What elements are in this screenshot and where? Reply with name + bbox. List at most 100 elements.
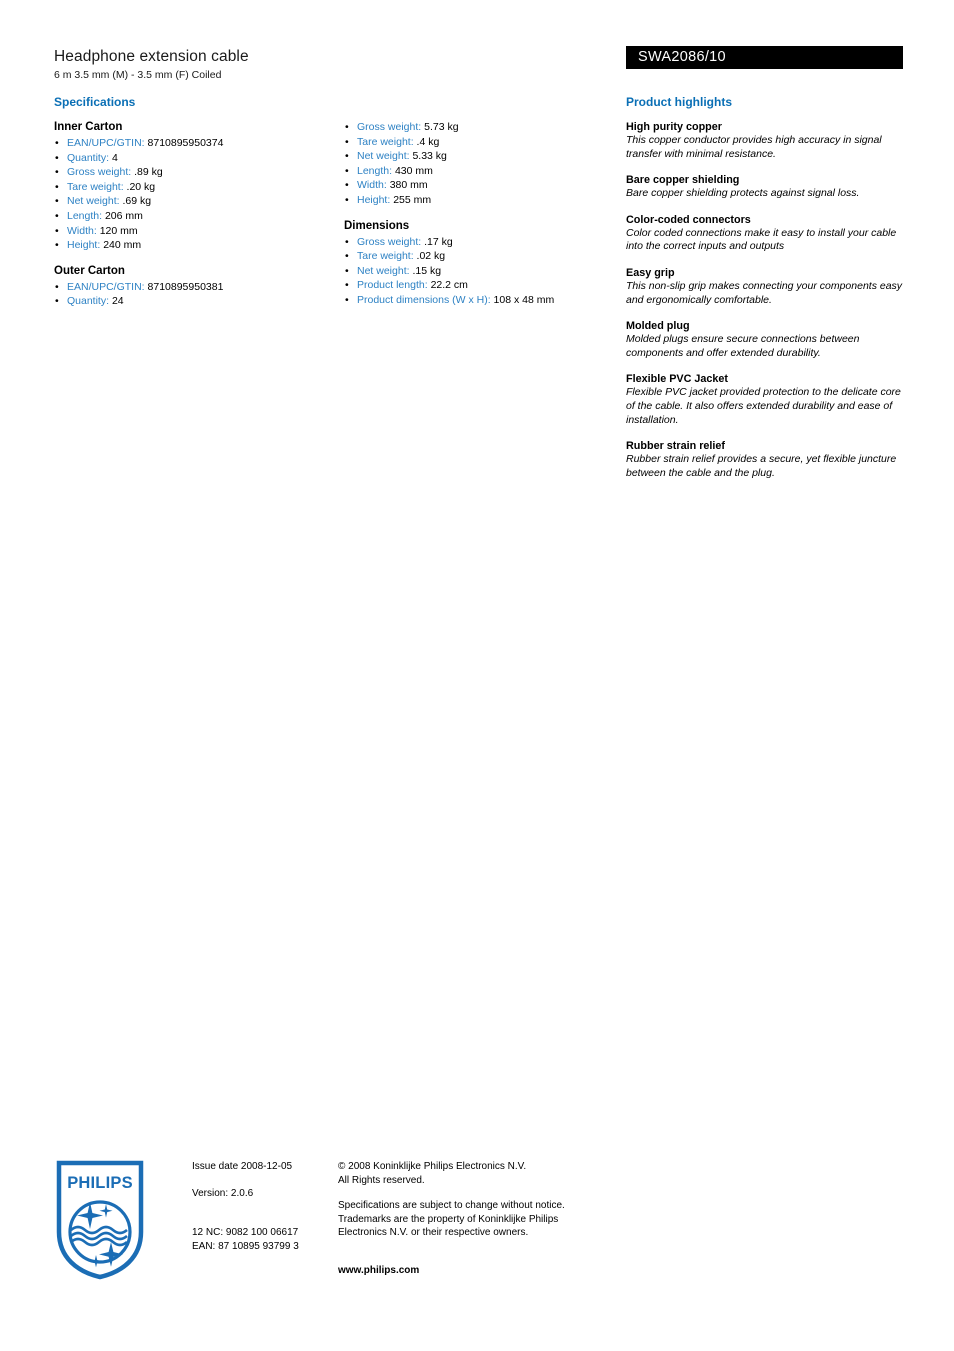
spec-row: • Net weight: .15 kg [344, 264, 626, 279]
spec-label: Net weight: [67, 195, 120, 208]
website-link[interactable]: www.philips.com [338, 1265, 608, 1276]
spec-label: Quantity: [67, 151, 110, 164]
highlight-title: Rubber strain relief [626, 440, 725, 453]
highlight-item: Color-coded connectors Color coded connec… [626, 213, 904, 254]
spec-group-title: Dimensions [344, 219, 410, 232]
spec-value: .02 kg [416, 250, 446, 263]
spec-row: • Gross weight: .17 kg [344, 235, 626, 250]
spec-label: Tare weight: [67, 180, 124, 193]
spec-label: Length: [67, 209, 103, 222]
bullet-icon: • [345, 293, 349, 306]
spec-group: Outer Carton • EAN/UPC/GTIN: 8710895950381… [54, 264, 336, 309]
twelve-nc: 12 NC: 9082 100 06617 [192, 1227, 299, 1238]
highlight-item: Molded plug Molded plugs ensure secure co… [626, 319, 904, 360]
spec-value: 24 [111, 295, 124, 308]
highlight-item: Rubber strain relief Rubber strain relief… [626, 439, 904, 480]
highlight-description: Rubber strain relief provides a secure, … [626, 453, 897, 479]
spec-value: 5.33 kg [412, 150, 447, 163]
spec-row: • Product length: 22.2 cm [344, 278, 626, 293]
spec-group-title: Inner Carton [54, 121, 123, 133]
spec-label: Length: [357, 164, 393, 177]
model-code-banner: SWA2086/10 [626, 46, 903, 69]
spec-row: • Quantity: 24 [54, 294, 336, 309]
bullet-icon: • [345, 193, 349, 206]
highlight-description: Flexible PVC jacket provided protection … [626, 386, 901, 426]
spec-value: .69 kg [122, 195, 152, 208]
spec-label: EAN/UPC/GTIN: [67, 280, 145, 293]
spec-group: • Gross weight: 5.73 kg • Tare weight: .4 k… [344, 120, 626, 208]
spec-row: • Tare weight: .4 kg [344, 135, 626, 150]
copyright-line-2: All Rights reserved. [338, 1174, 425, 1186]
spec-value: 108 x 48 mm [493, 293, 555, 306]
page-subtitle: 6 m 3.5 mm (M) - 3.5 mm (F) Coiled [54, 69, 222, 81]
bullet-icon: • [345, 150, 349, 163]
spec-label: Width: [357, 179, 387, 192]
spec-value: 430 mm [394, 164, 433, 177]
spec-value: .89 kg [134, 166, 163, 179]
spec-value: 22.2 cm [430, 279, 468, 292]
spec-value: 240 mm [103, 239, 142, 252]
highlight-title: Color-coded connectors [626, 213, 751, 226]
spec-row: • Net weight: 5.33 kg [344, 149, 626, 164]
spec-label: Tare weight: [357, 135, 414, 148]
spec-label: Tare weight: [357, 250, 414, 263]
product-highlights-list: High purity copper This copper conductor … [626, 120, 904, 480]
footer: PHILIPS Issue date 2008-12-05 Version: 2… [0, 1152, 954, 1292]
spec-group-title: Outer Carton [54, 264, 125, 277]
bullet-icon: • [345, 135, 349, 148]
specifications-heading: Specifications [54, 95, 136, 109]
spec-row: • EAN/UPC/GTIN: 8710895950381 [54, 280, 336, 295]
copyright-notice: © 2008 Koninklijke Philips Electronics N… [338, 1160, 608, 1187]
spec-label: Quantity: [67, 295, 110, 308]
spec-value: 255 mm [393, 193, 432, 206]
bullet-icon: • [345, 121, 349, 133]
spec-row: • Product dimensions (W x H): 108 x 48 mm [344, 293, 626, 308]
specifications-column-1: Inner Carton • EAN/UPC/GTIN: 8710895950374… [54, 120, 336, 309]
spec-value: 8710895950374 [147, 137, 224, 149]
model-code-text: SWA2086/10 [638, 49, 726, 65]
spec-label: Width: [67, 224, 97, 237]
bullet-icon: • [345, 235, 349, 248]
ean-code: EAN: 87 10895 93799 3 [192, 1240, 299, 1252]
bullet-icon: • [345, 164, 349, 177]
issue-date: Issue date 2008-12-05 [192, 1161, 293, 1172]
spec-row: • Height: 255 mm [344, 193, 626, 208]
bullet-icon: • [345, 279, 349, 292]
spec-label: Net weight: [357, 264, 410, 277]
highlight-title: Bare copper shielding [626, 174, 740, 187]
spec-value: 380 mm [389, 179, 428, 192]
spec-list: • EAN/UPC/GTIN: 8710895950381 • Quantity: 2… [54, 280, 336, 309]
spec-label: Product length: [357, 279, 428, 292]
philips-logo: PHILIPS [56, 1160, 144, 1280]
highlight-title: Easy grip [626, 266, 675, 279]
spec-label: Gross weight: [357, 121, 422, 133]
footer-meta-column: Issue date 2008-12-05 Version: 2.0.6 12 … [192, 1160, 332, 1253]
bullet-icon: • [55, 280, 59, 293]
copyright-line-1: © 2008 Koninklijke Philips Electronics N… [338, 1161, 527, 1172]
spec-value: 120 mm [99, 224, 138, 237]
bullet-icon: • [55, 295, 59, 308]
highlight-description: This copper conductor provides high accu… [626, 134, 882, 160]
spec-label: Product dimensions (W x H): [357, 293, 491, 306]
spec-row: • Tare weight: .02 kg [344, 249, 626, 264]
spec-value: 8710895950381 [147, 280, 224, 293]
bullet-icon: • [345, 264, 349, 277]
spec-value: .17 kg [424, 235, 453, 248]
spec-list: • Gross weight: 5.73 kg • Tare weight: .4 k… [344, 120, 626, 208]
highlight-title: Flexible PVC Jacket [626, 373, 729, 386]
product-highlights-heading: Product highlights [626, 95, 732, 109]
spec-list: • EAN/UPC/GTIN: 8710895950374 • Quantity: 4… [54, 136, 336, 253]
spec-value: .15 kg [412, 264, 442, 277]
spec-label: Net weight: [357, 150, 410, 163]
spec-list: • Gross weight: .17 kg • Tare weight: .02 k… [344, 235, 626, 308]
spec-row: • Gross weight: 5.73 kg [344, 120, 626, 135]
footer-legal-column: © 2008 Koninklijke Philips Electronics N… [338, 1160, 608, 1276]
spec-value: 206 mm [104, 209, 143, 222]
bullet-icon: • [55, 151, 59, 164]
spec-label: Height: [67, 239, 101, 252]
highlight-title: Molded plug [626, 320, 690, 333]
bullet-icon: • [55, 224, 59, 237]
bullet-icon: • [55, 166, 59, 179]
